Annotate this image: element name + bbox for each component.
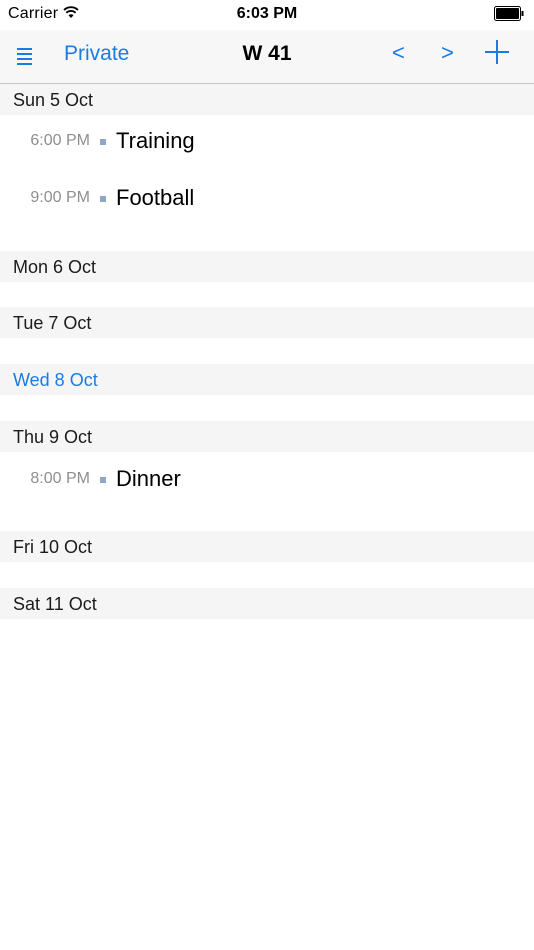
day-header: Fri 10 Oct: [0, 531, 534, 562]
navigation-bar: Private W 41 < >: [0, 30, 534, 84]
battery-icon: [494, 6, 524, 21]
event-row[interactable]: 6:00 PM Training: [0, 123, 534, 163]
event-title: Football: [116, 185, 195, 210]
calendar-color-dot: [100, 196, 106, 202]
calendar-color-dot: [100, 477, 106, 483]
next-week-button[interactable]: >: [441, 40, 454, 66]
event-time: 9:00 PM: [30, 189, 90, 206]
day-header: Thu 9 Oct: [0, 421, 534, 452]
event-time: 8:00 PM: [30, 470, 90, 487]
day-label: Mon 6 Oct: [13, 257, 97, 277]
status-time: 6:03 PM: [236, 5, 298, 22]
day-header: Mon 6 Oct: [0, 251, 534, 282]
day-header: Tue 7 Oct: [0, 307, 534, 338]
day-header-today: Wed 8 Oct: [0, 364, 534, 395]
day-label: Thu 9 Oct: [13, 427, 93, 447]
list-menu-icon[interactable]: [14, 44, 36, 66]
day-header: Sat 11 Oct: [0, 588, 534, 619]
day-label: Fri 10 Oct: [13, 537, 93, 557]
event-row[interactable]: 9:00 PM Football: [0, 180, 534, 220]
day-label: Tue 7 Oct: [13, 313, 92, 333]
event-title: Training: [116, 128, 195, 153]
calendar-selector-button[interactable]: Private: [64, 42, 129, 66]
plus-icon[interactable]: [484, 39, 510, 65]
day-label: Sat 11 Oct: [13, 594, 97, 614]
event-row[interactable]: 8:00 PM Dinner: [0, 461, 534, 501]
day-header: Sun 5 Oct: [0, 84, 534, 115]
status-bar: Carrier 6:03 PM: [0, 0, 534, 30]
calendar-color-dot: [100, 139, 106, 145]
day-label: Wed 8 Oct: [13, 370, 98, 390]
day-label: Sun 5 Oct: [13, 90, 94, 110]
previous-week-button[interactable]: <: [392, 40, 405, 66]
event-title: Dinner: [116, 466, 181, 491]
event-time: 6:00 PM: [30, 132, 90, 149]
